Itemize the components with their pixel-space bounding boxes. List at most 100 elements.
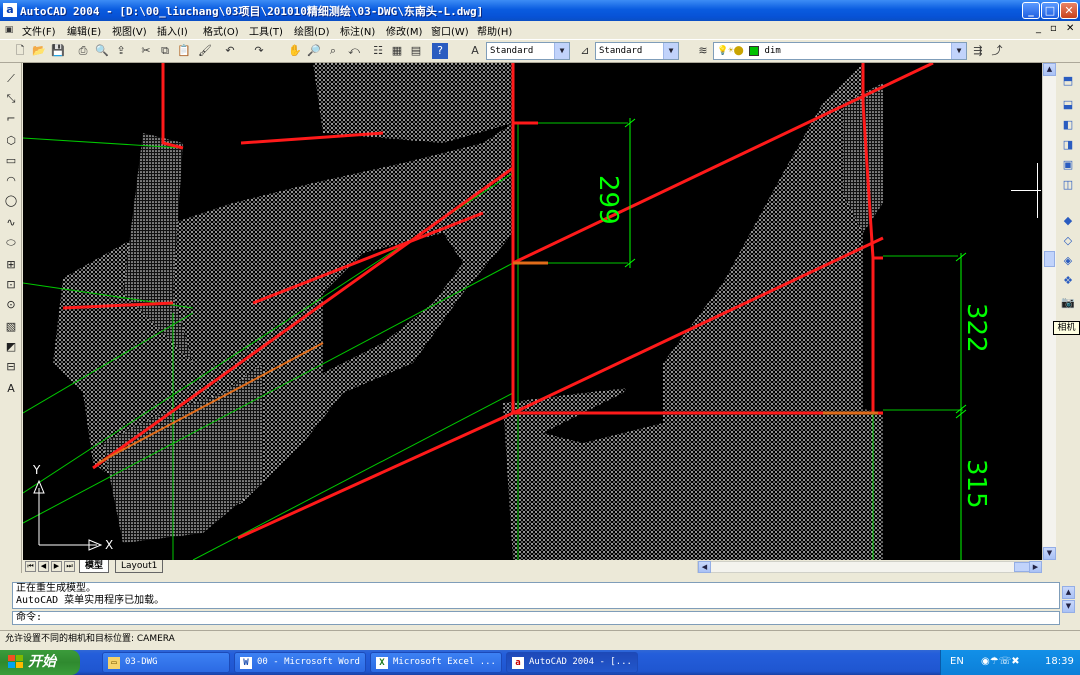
sw-iso-icon[interactable]: ◆ (1060, 213, 1076, 229)
close-button[interactable]: ✕ (1060, 2, 1078, 19)
scroll-down-icon[interactable]: ▼ (1043, 547, 1056, 560)
redo-icon[interactable]: ↷ (251, 43, 267, 59)
dimension-315-label[interactable]: 315 (961, 459, 991, 519)
tab-model[interactable]: 模型 (79, 560, 110, 573)
vertical-scrollbar[interactable]: ▲ ▼ (1042, 63, 1056, 560)
layer-previous-icon[interactable]: ⤴ (989, 43, 1005, 59)
view-bottom-icon[interactable]: ⬓ (1060, 97, 1076, 113)
document-icon[interactable]: ▣ (3, 24, 15, 36)
cmd-scroll-up-icon[interactable]: ▲ (1062, 586, 1075, 599)
doc-minimize-button[interactable]: _ (1036, 23, 1041, 34)
menu-edit[interactable]: 编辑(E) (67, 23, 101, 38)
layer-manager-icon[interactable]: ≋ (695, 43, 711, 59)
maximize-button[interactable]: □ (1041, 2, 1059, 19)
horizontal-scrollbar[interactable]: ◀ ▶ (697, 561, 1042, 573)
table-icon[interactable]: ⊟ (3, 359, 19, 375)
task-03-dwg[interactable]: ▭ 03-DWG (102, 652, 230, 673)
prev-tab-icon[interactable]: ◀ (38, 561, 49, 572)
line-icon[interactable]: ⟋ (3, 71, 19, 87)
undo-icon[interactable]: ↶ (222, 43, 238, 59)
se-iso-icon[interactable]: ◇ (1060, 233, 1076, 249)
zoom-realtime-icon[interactable]: 🔎 (306, 43, 322, 59)
save-icon[interactable]: 💾 (50, 43, 66, 59)
new-icon[interactable]: 🗋 (12, 43, 28, 59)
minimize-button[interactable]: _ (1022, 2, 1040, 19)
help-icon[interactable]: ? (432, 43, 448, 59)
polygon-icon[interactable]: ⬡ (3, 133, 19, 149)
pan-icon[interactable]: ✋ (287, 43, 303, 59)
title-bar[interactable]: a AutoCAD 2004 - [D:\00_liuchang\03项目\20… (0, 0, 1080, 21)
view-top-icon[interactable]: ⬒ (1060, 73, 1076, 89)
menu-modify[interactable]: 修改(M) (386, 23, 422, 38)
chevron-down-icon[interactable]: ▼ (554, 43, 569, 59)
arc-icon[interactable]: ◠ (3, 173, 19, 189)
make-block-icon[interactable]: ⊡ (3, 277, 19, 293)
menu-help[interactable]: 帮助(H) (477, 23, 512, 38)
layer-select[interactable]: 💡☀⬤ dim ▼ (713, 42, 967, 60)
menu-insert[interactable]: 插入(I) (157, 23, 188, 38)
construction-line-icon[interactable]: ⤡ (3, 91, 19, 107)
menu-dimension[interactable]: 标注(N) (340, 23, 375, 38)
chevron-down-icon[interactable]: ▼ (663, 43, 678, 59)
menu-draw[interactable]: 绘图(D) (294, 23, 330, 38)
print-preview-icon[interactable]: 🔍 (94, 43, 110, 59)
menu-window[interactable]: 窗口(W) (431, 23, 469, 38)
make-layer-current-icon[interactable]: ⇶ (970, 43, 986, 59)
print-icon[interactable]: ⎙ (75, 43, 91, 59)
scroll-thumb[interactable] (1044, 251, 1055, 267)
region-icon[interactable]: ◩ (3, 339, 19, 355)
command-input[interactable]: 命令: (12, 611, 1060, 625)
text-style-select[interactable]: Standard ▼ (486, 42, 570, 60)
hatch-icon[interactable]: ▧ (3, 319, 19, 335)
zoom-previous-icon[interactable]: ⤺ (346, 43, 362, 59)
camera-icon[interactable]: 📷 (1060, 295, 1076, 311)
scroll-right-icon[interactable]: ▶ (1029, 561, 1042, 573)
scroll-thumb[interactable] (1014, 562, 1030, 572)
drawing-canvas[interactable]: 299 299 322 315 Y X (23, 63, 1042, 560)
scroll-up-icon[interactable]: ▲ (1043, 63, 1056, 76)
properties-icon[interactable]: ☷ (370, 43, 386, 59)
menu-view[interactable]: 视图(V) (112, 23, 147, 38)
scroll-left-icon[interactable]: ◀ (698, 561, 711, 573)
copy-icon[interactable]: ⧉ (157, 43, 173, 59)
last-tab-icon[interactable]: ⏭ (64, 561, 75, 572)
match-properties-icon[interactable]: 🖌 (197, 43, 213, 59)
multiline-text-icon[interactable]: A (3, 381, 19, 397)
insert-block-icon[interactable]: ⊞ (3, 257, 19, 273)
dimension-299-label[interactable]: 299 (593, 175, 623, 235)
spline-icon[interactable]: ∿ (3, 215, 19, 231)
view-back-icon[interactable]: ◫ (1060, 177, 1076, 193)
menu-format[interactable]: 格式(O) (203, 23, 239, 38)
publish-icon[interactable]: ⇪ (113, 43, 129, 59)
task-autocad[interactable]: a AutoCAD 2004 - [... (506, 652, 638, 673)
dim-style-select[interactable]: Standard ▼ (595, 42, 679, 60)
doc-close-button[interactable]: ✕ (1066, 23, 1074, 34)
design-center-icon[interactable]: ▦ (389, 43, 405, 59)
cmd-scroll-down-icon[interactable]: ▼ (1062, 600, 1075, 613)
next-tab-icon[interactable]: ▶ (51, 561, 62, 572)
start-button[interactable]: 开始 (0, 650, 80, 675)
task-excel[interactable]: X Microsoft Excel ... (370, 652, 502, 673)
open-icon[interactable]: 📂 (31, 43, 47, 59)
nw-iso-icon[interactable]: ❖ (1060, 273, 1076, 289)
paste-icon[interactable]: 📋 (176, 43, 192, 59)
dimension-322-label[interactable]: 322 (961, 303, 991, 363)
tab-layout1[interactable]: Layout1 (115, 560, 164, 573)
ellipse-icon[interactable]: ⬭ (3, 235, 19, 251)
view-front-icon[interactable]: ▣ (1060, 157, 1076, 173)
autocad-app-icon[interactable]: a (3, 3, 17, 17)
language-indicator[interactable]: EN (950, 650, 964, 674)
point-icon[interactable]: ⊙ (3, 297, 19, 313)
ne-iso-icon[interactable]: ◈ (1060, 253, 1076, 269)
chevron-down-icon[interactable]: ▼ (951, 43, 966, 59)
view-right-icon[interactable]: ◨ (1060, 137, 1076, 153)
doc-restore-button[interactable]: ▫ (1050, 23, 1057, 34)
circle-icon[interactable]: ◯ (3, 193, 19, 209)
tool-palettes-icon[interactable]: ▤ (408, 43, 424, 59)
cut-icon[interactable]: ✂ (138, 43, 154, 59)
first-tab-icon[interactable]: ⏮ (25, 561, 36, 572)
rectangle-icon[interactable]: ▭ (3, 153, 19, 169)
menu-file[interactable]: 文件(F) (22, 23, 56, 38)
polyline-icon[interactable]: ⌐ (3, 111, 19, 127)
tray-icons[interactable]: ◉☂☏✖ (981, 650, 1020, 674)
